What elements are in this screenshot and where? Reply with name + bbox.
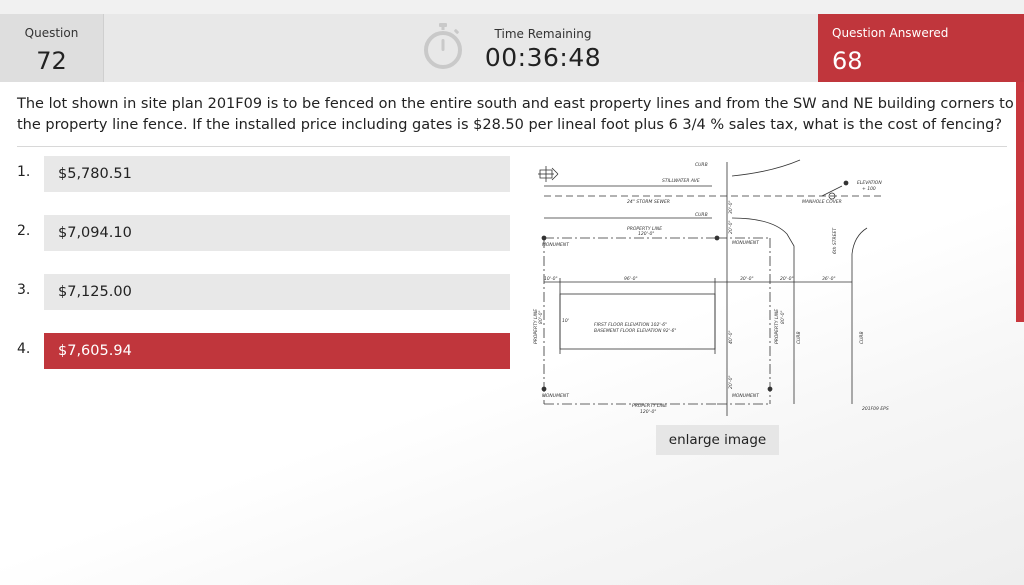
plan-label: 30'-0" <box>728 200 734 214</box>
time-remaining-label: Time Remaining <box>494 27 592 41</box>
plan-label: CURB <box>695 212 708 218</box>
plan-label: 120'-0" <box>640 409 656 415</box>
north-arrow-icon <box>538 166 559 182</box>
question-divider <box>17 146 1007 147</box>
plan-label: BASEMENT FLOOR ELEVATION 92'-6" <box>594 328 676 334</box>
plan-label: PROPERTY LINE <box>632 403 667 409</box>
plan-label: MONUMENT <box>732 240 760 246</box>
question-number-panel: Question 72 <box>0 14 104 82</box>
plan-label: MONUMENT <box>542 242 570 248</box>
plan-label: 80'-0" <box>538 310 544 324</box>
answer-number: 3. <box>17 282 31 298</box>
plan-label: 6th STREET <box>832 227 838 254</box>
plan-label: MONUMENT <box>542 393 570 399</box>
plan-label: 40'-0" <box>728 330 734 344</box>
plan-label: CURB <box>695 162 708 168</box>
site-plan-image[interactable]: CURB STILLWATER AVE 24" STORM SEWER MANH… <box>532 154 895 416</box>
stopwatch-icon <box>424 23 462 69</box>
answer-number: 1. <box>17 164 31 180</box>
plan-label: 20'-0" <box>780 276 794 282</box>
plan-label: 20'-0" <box>728 375 734 389</box>
answer-number: 4. <box>17 341 31 357</box>
plan-label: 120'-0" <box>638 231 654 237</box>
question-number: 72 <box>36 47 67 75</box>
right-accent-bar <box>1016 82 1024 322</box>
plan-label: FIRST FLOOR ELEVATION 102'-6" <box>594 322 667 328</box>
plan-label: 10'-0" <box>544 276 558 282</box>
questions-answered-panel: Question Answered 68 <box>818 14 1024 82</box>
answer-button[interactable]: $7,125.00 <box>44 274 510 310</box>
answer-button-selected[interactable]: $7,605.94 <box>44 333 510 369</box>
plan-label: 80'-0" <box>780 310 786 324</box>
enlarge-image-button[interactable]: enlarge image <box>656 425 779 455</box>
question-text: The lot shown in site plan 201F09 is to … <box>17 96 1014 133</box>
plan-label: STILLWATER AVE <box>662 178 700 184</box>
time-remaining-value: 00:36:48 <box>484 43 602 72</box>
plan-label: 24" STORM SEWER <box>627 199 670 205</box>
questions-answered-label: Question Answered <box>832 26 949 40</box>
plan-label: MONUMENT <box>732 393 760 399</box>
plan-label: 20'-0" <box>728 220 734 234</box>
plan-label: CURB <box>796 331 802 344</box>
plan-label: + 100 <box>862 186 876 192</box>
plan-label: 30'-0" <box>740 276 754 282</box>
answer-number: 2. <box>17 223 31 239</box>
top-strip <box>0 0 1024 15</box>
plan-label: CURB <box>859 331 865 344</box>
plan-label: 36'-0" <box>822 276 836 282</box>
plan-label: 10' <box>562 318 569 324</box>
plan-label: MANHOLE COVER <box>802 199 842 205</box>
plan-label: 96'-0" <box>624 276 638 282</box>
plan-label: 201F09 EPS <box>862 406 889 412</box>
plan-label: PROPERTY LINE <box>774 309 780 344</box>
answer-button[interactable]: $5,780.51 <box>44 156 510 192</box>
questions-answered-count: 68 <box>832 47 863 75</box>
plan-label: ELEVATION <box>857 180 882 186</box>
question-label: Question <box>24 26 79 40</box>
answer-button[interactable]: $7,094.10 <box>44 215 510 251</box>
